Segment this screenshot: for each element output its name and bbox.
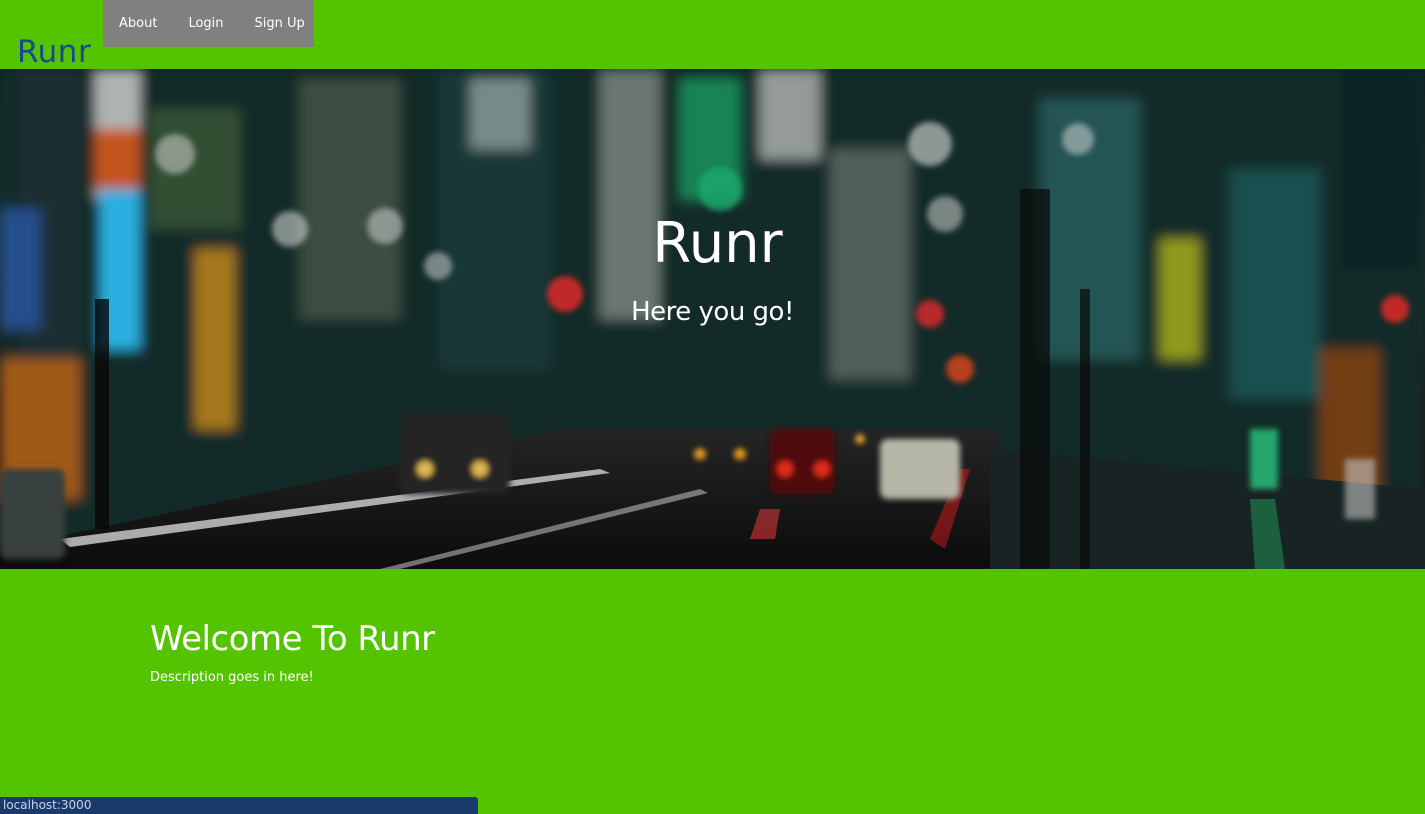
browser-status-bar-url: localhost:3000 xyxy=(0,797,478,814)
nav-link-login[interactable]: Login xyxy=(188,16,223,31)
hero-title: Runr xyxy=(652,211,783,276)
nav-link-sign-up[interactable]: Sign Up xyxy=(255,16,305,31)
nav-link-about[interactable]: About xyxy=(119,16,157,31)
welcome-heading: Welcome To Runr xyxy=(150,619,435,659)
hero-subtitle: Here you go! xyxy=(631,297,794,327)
welcome-description: Description goes in here! xyxy=(150,670,314,685)
top-bar: Runr About Login Sign Up xyxy=(0,0,1425,72)
hero-banner: Runr Here you go! xyxy=(0,69,1425,569)
main-nav: About Login Sign Up xyxy=(103,0,314,47)
brand-logo[interactable]: Runr xyxy=(17,32,91,72)
